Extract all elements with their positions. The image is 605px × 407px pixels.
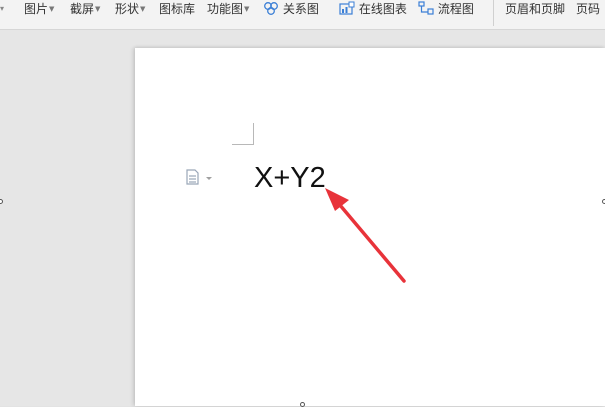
online-chart-button[interactable]: 在线图表 [339, 0, 407, 18]
header-footer-label: 页眉和页脚 [505, 2, 566, 16]
relation-chart-label: 关系图 [282, 2, 319, 16]
function-chart-button[interactable]: 功能图▼ [207, 0, 249, 18]
relation-chart-button[interactable]: 关系图 [263, 0, 319, 18]
header-footer-button[interactable]: 页眉和页脚 [505, 0, 565, 18]
picture-button[interactable]: 图片▼ [24, 0, 54, 18]
flowchart-label: 流程图 [437, 2, 474, 16]
online-chart-label: 在线图表 [358, 2, 407, 16]
toolbar-divider [493, 0, 494, 26]
document-text[interactable]: X+Y2 [254, 158, 326, 198]
relation-chart-icon [264, 2, 278, 15]
chevron-down-icon: ▼ [140, 5, 146, 13]
margin-corner-mark [232, 123, 254, 145]
screenshot-label: 截屏 [70, 2, 95, 16]
chevron-down-icon: ▼ [49, 5, 55, 13]
picture-label: 图片 [24, 2, 49, 16]
shape-label: 形状 [115, 2, 140, 16]
document-page[interactable] [135, 48, 605, 406]
shape-button[interactable]: 形状▼ [115, 0, 145, 18]
ribbon-toolbar: ▾ 图片▼ 截屏▼ 形状▼ 图标库 功能图▼ 关系图 在线图表 流程图 页眉和页… [0, 0, 605, 30]
icon-library-label: 图标库 [159, 2, 196, 16]
paragraph-layout-icon[interactable] [186, 168, 214, 186]
online-chart-icon [339, 1, 355, 15]
chevron-down-icon: ▼ [244, 5, 250, 13]
screenshot-button[interactable]: 截屏▼ [70, 0, 100, 18]
chevron-down-icon: ▼ [95, 5, 101, 13]
icon-library-button[interactable]: 图标库 [159, 0, 195, 18]
flowchart-button[interactable]: 流程图 [418, 0, 474, 18]
page-number-label: 页码 [576, 2, 601, 16]
page-number-button[interactable]: 页码 [576, 0, 600, 18]
toolbar-overflow-caret[interactable]: ▾ [0, 0, 4, 18]
function-chart-label: 功能图 [207, 2, 244, 16]
resize-handle-bottom[interactable] [300, 402, 305, 407]
flowchart-icon [418, 1, 434, 15]
